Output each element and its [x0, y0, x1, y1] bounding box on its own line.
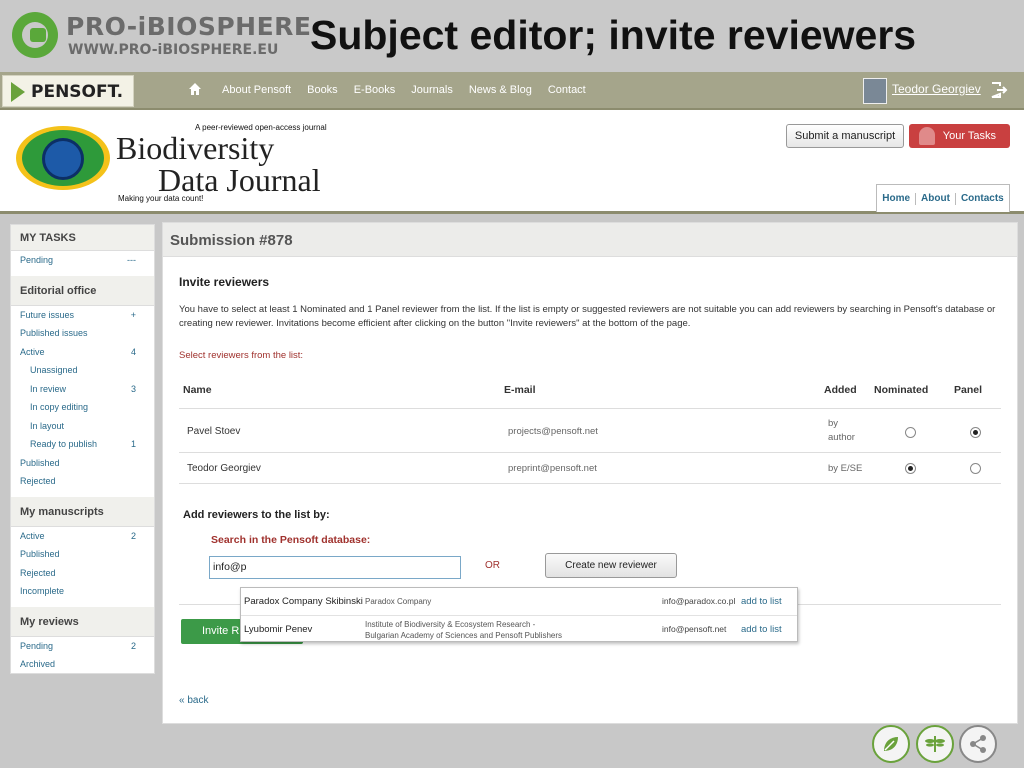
sidebar-item-future-issues[interactable]: Future issues +	[11, 306, 154, 325]
reviewer-name: Teodor Georgiev	[187, 463, 261, 474]
column-header-name: Name	[183, 384, 212, 396]
sidebar-heading-editorial-office: Editorial office	[11, 275, 154, 306]
user-icon	[919, 127, 935, 145]
sidebar-item-ready-to-publish[interactable]: Ready to publish 1	[11, 435, 154, 454]
sidebar-item-in-layout[interactable]: In layout	[11, 417, 154, 436]
search-input[interactable]: info@p	[209, 556, 461, 579]
autocomplete-institution: Institute of Biodiversity & Ecosystem Re…	[365, 620, 563, 640]
reviewer-added-line1: by	[828, 418, 839, 429]
logo-url: WWW.PRO-iBIOSPHERE.EU	[68, 42, 279, 58]
autocomplete-email: info@paradox.co.pl	[662, 596, 736, 606]
pro-ibiosphere-logo-icon	[12, 12, 58, 58]
user-avatar[interactable]	[863, 78, 887, 104]
sidebar-heading-my-reviews: My reviews	[11, 606, 154, 637]
user-name-link[interactable]: Teodor Georgiev	[892, 82, 981, 96]
sidebar-heading-my-tasks: MY TASKS	[11, 225, 154, 251]
your-tasks-label: Your Tasks	[942, 130, 996, 142]
sidebar-item-manuscripts-incomplete[interactable]: Incomplete	[11, 582, 154, 601]
reviewer-added-line1: by E/SE	[828, 463, 863, 474]
nav-links: About Pensoft Books E-Books Journals New…	[222, 84, 586, 96]
reviewer-name: Pavel Stoev	[187, 426, 241, 437]
top-navbar: PENSOFT. About Pensoft Books E-Books Jou…	[0, 72, 1024, 110]
panel-radio[interactable]	[970, 427, 981, 438]
panel-radio[interactable]	[970, 463, 981, 474]
logo-title: PRO-iBIOSPHERE	[66, 12, 312, 41]
journal-tabs: Home About Contacts	[876, 184, 1010, 212]
or-label: OR	[485, 560, 500, 571]
sidebar-item-in-review[interactable]: In review 3	[11, 380, 154, 399]
autocomplete-name: Lyubomir Penev	[244, 624, 313, 635]
nominated-radio[interactable]	[905, 463, 916, 474]
autocomplete-item[interactable]: Paradox Company Skibinski Paradox Compan…	[241, 588, 797, 615]
select-reviewers-label: Select reviewers from the list:	[179, 350, 304, 361]
autocomplete-item[interactable]: Lyubomir Penev Institute of Biodiversity…	[241, 615, 797, 642]
reviewer-email: projects@pensoft.net	[508, 426, 598, 437]
back-link[interactable]: « back	[179, 695, 208, 706]
sidebar-item-published-issues[interactable]: Published issues	[11, 324, 154, 343]
sidebar: MY TASKS Pending --- Editorial office Fut…	[10, 224, 155, 674]
add-to-list-link[interactable]: add to list	[741, 596, 782, 607]
sidebar-item-manuscripts-published[interactable]: Published	[11, 545, 154, 564]
reviewer-email: preprint@pensoft.net	[508, 463, 597, 474]
sidebar-item-reviews-pending[interactable]: Pending 2	[11, 637, 154, 656]
column-header-nominated: Nominated	[874, 384, 929, 396]
sidebar-item-tasks-pending[interactable]: Pending ---	[11, 251, 154, 270]
submission-title: Submission #878	[163, 223, 1017, 257]
your-tasks-button[interactable]: Your Tasks	[909, 124, 1010, 148]
autocomplete-email: info@pensoft.net	[662, 624, 727, 634]
tab-home[interactable]: Home	[877, 193, 915, 204]
add-reviewers-heading: Add reviewers to the list by:	[183, 509, 330, 521]
invite-description: You have to select at least 1 Nominated …	[179, 304, 996, 329]
nav-link-journals[interactable]: Journals	[411, 84, 453, 96]
nav-link-contact[interactable]: Contact	[548, 84, 586, 96]
reviewer-added-line2: author	[828, 432, 855, 443]
pensoft-brand-text: PENSOFT.	[31, 82, 124, 102]
column-header-email: E-mail	[504, 384, 536, 396]
sidebar-item-manuscripts-rejected[interactable]: Rejected	[11, 564, 154, 583]
slide-header: PRO-iBIOSPHERE WWW.PRO-iBIOSPHERE.EU Sub…	[0, 0, 1024, 72]
autocomplete-institution: Paradox Company	[365, 597, 432, 606]
sidebar-item-unassigned[interactable]: Unassigned	[11, 361, 154, 380]
journal-motto: Making your data count!	[118, 194, 204, 203]
share-icon[interactable]	[959, 725, 997, 763]
nominated-radio[interactable]	[905, 427, 916, 438]
dragonfly-icon	[916, 725, 954, 763]
nav-link-about-pensoft[interactable]: About Pensoft	[222, 84, 291, 96]
autocomplete-dropdown: Paradox Company Skibinski Paradox Compan…	[240, 587, 798, 642]
sidebar-item-published[interactable]: Published	[11, 454, 154, 473]
journal-header: A peer-reviewed open-access journal Biod…	[0, 110, 1024, 214]
sidebar-item-rejected[interactable]: Rejected	[11, 472, 154, 491]
submit-manuscript-button[interactable]: Submit a manuscript	[786, 124, 904, 148]
sidebar-item-reviews-archived[interactable]: Archived	[11, 655, 154, 674]
create-new-reviewer-button[interactable]: Create new reviewer	[545, 553, 677, 578]
sidebar-item-active[interactable]: Active 4	[11, 343, 154, 362]
nav-link-ebooks[interactable]: E-Books	[354, 84, 396, 96]
search-database-label: Search in the Pensoft database:	[211, 534, 371, 546]
invite-reviewers-heading: Invite reviewers	[179, 275, 270, 289]
tab-about[interactable]: About	[916, 193, 955, 204]
column-header-panel: Panel	[954, 384, 983, 396]
nav-link-news-blog[interactable]: News & Blog	[469, 84, 532, 96]
logout-icon[interactable]	[990, 81, 1008, 99]
pensoft-logo[interactable]: PENSOFT.	[2, 75, 134, 107]
sidebar-heading-my-manuscripts: My manuscripts	[11, 496, 154, 527]
pensoft-arrow-icon	[11, 82, 25, 102]
tab-contacts[interactable]: Contacts	[956, 193, 1009, 204]
home-icon[interactable]	[188, 82, 202, 96]
sidebar-item-in-copy-editing[interactable]: In copy editing	[11, 398, 154, 417]
sidebar-item-manuscripts-active[interactable]: Active 2	[11, 527, 154, 546]
autocomplete-name: Paradox Company Skibinski	[244, 596, 363, 607]
column-header-added: Added	[824, 384, 857, 396]
main-panel: Submission #878 Invite reviewers You hav…	[162, 222, 1018, 724]
leaf-icon	[872, 725, 910, 763]
add-to-list-link[interactable]: add to list	[741, 624, 782, 635]
nav-link-books[interactable]: Books	[307, 84, 338, 96]
slide-title: Subject editor; invite reviewers	[310, 12, 917, 58]
